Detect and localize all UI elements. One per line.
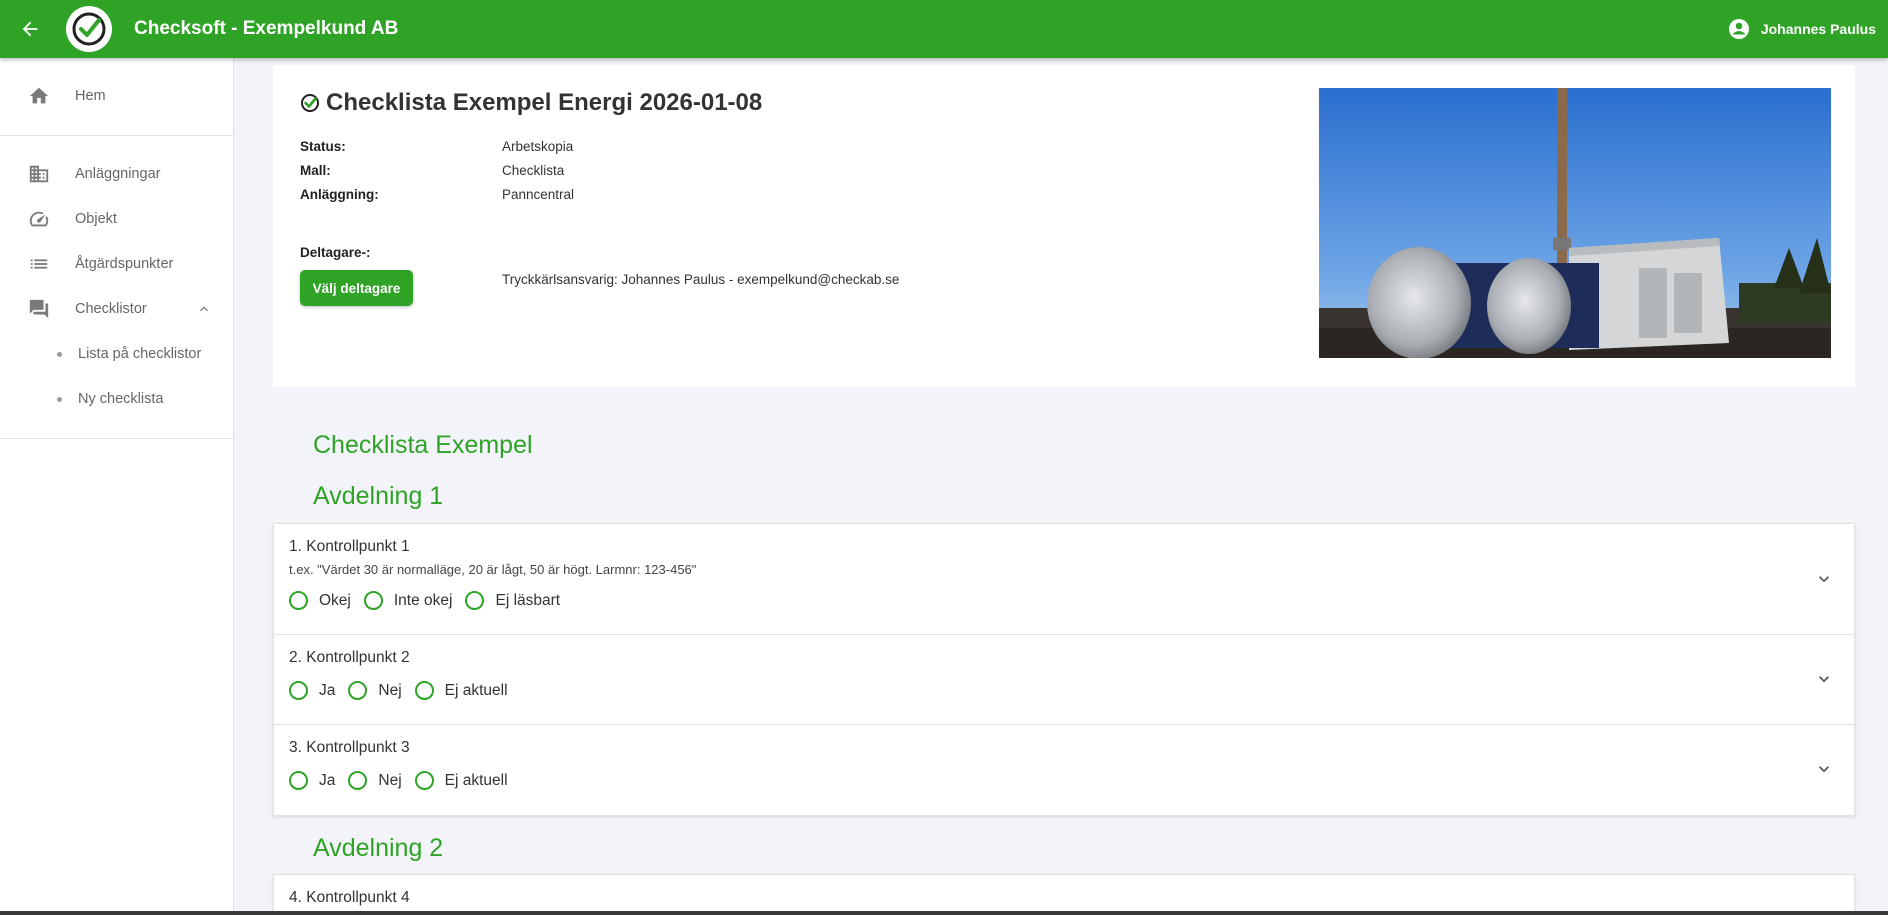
checklist-name: Checklista Exempel <box>313 431 533 459</box>
checkpoint-group: 1. Kontrollpunkt 1 t.ex. "Värdet 30 är n… <box>273 523 1855 816</box>
radio-option[interactable]: Nej <box>348 681 402 700</box>
status-value: Arbetskopia <box>502 139 574 154</box>
radio-option[interactable]: Nej <box>348 771 402 790</box>
bullet-dot <box>57 351 62 357</box>
sidebar-item-objekt[interactable]: Objekt <box>0 197 233 241</box>
sidebar-item-label: Ny checklista <box>78 391 164 407</box>
radio-label: Ja <box>319 771 336 789</box>
radio-label: Nej <box>378 771 402 789</box>
facility-label: Anläggning: <box>300 187 379 202</box>
radio-button[interactable] <box>465 591 485 610</box>
template-value: Checklista <box>502 163 565 178</box>
sidebar-item-label: Objekt <box>75 211 117 227</box>
radio-option[interactable]: Ej aktuell <box>414 771 508 790</box>
radio-group: Ja Nej Ej aktuell <box>289 771 521 790</box>
radio-label: Inte okej <box>393 591 453 609</box>
checkpoint-row[interactable]: 1. Kontrollpunkt 1 t.ex. "Värdet 30 är n… <box>274 524 1854 635</box>
checkmark-logo-icon <box>300 93 320 113</box>
chevron-down-icon[interactable] <box>1814 759 1834 779</box>
sidebar-item-atgardspunkter[interactable]: Åtgärdspunkter <box>0 242 233 286</box>
chevron-down-icon[interactable] <box>1814 669 1834 689</box>
sidebar-item-label: Hem <box>75 88 106 104</box>
user-menu[interactable]: Johannes Paulus <box>1727 0 1876 58</box>
radio-option[interactable]: Ja <box>289 681 335 700</box>
radio-option[interactable]: Ja <box>289 771 335 790</box>
list-icon <box>27 252 51 276</box>
status-label: Status: <box>300 139 346 154</box>
building-icon <box>27 162 51 186</box>
facility-photo <box>1319 88 1831 358</box>
radio-label: Ja <box>319 681 336 699</box>
app-bar: Checksoft - Exempelkund AB Johannes Paul… <box>0 0 1888 58</box>
checkpoint-title: 1. Kontrollpunkt 1 <box>289 538 410 555</box>
section-title: Avdelning 2 <box>313 834 444 862</box>
checksoft-logo[interactable] <box>66 6 112 52</box>
bullet-dot <box>57 396 62 402</box>
radio-button[interactable] <box>363 591 383 610</box>
radio-group: Okej Inte okej Ej läsbart <box>289 591 573 610</box>
template-label: Mall: <box>300 163 331 178</box>
checkpoint-row[interactable]: 3. Kontrollpunkt 3 Ja Nej Ej aktuell <box>274 725 1854 815</box>
chevron-up-icon <box>200 306 208 312</box>
sidebar-item-anlaggningar[interactable]: Anläggningar <box>0 152 233 196</box>
speedometer-icon <box>27 207 51 231</box>
radio-button[interactable] <box>414 771 434 790</box>
radio-group: Ja Nej Ej aktuell <box>289 681 521 700</box>
checkpoint-row[interactable]: 4. Kontrollpunkt 4 <box>274 875 1854 912</box>
radio-option[interactable]: Okej <box>289 591 351 610</box>
sidebar-item-hem[interactable]: Hem <box>0 74 233 118</box>
page-title: Checklista Exempel Energi 2026-01-08 <box>300 89 762 117</box>
radio-button[interactable] <box>348 681 368 700</box>
radio-label: Ej läsbart <box>495 591 561 609</box>
facility-value: Panncentral <box>502 187 575 202</box>
checklist-header-card: Checklista Exempel Energi 2026-01-08 Sta… <box>273 65 1855 387</box>
radio-option[interactable]: Inte okej <box>363 591 453 610</box>
sidebar-item-label: Lista på checklistor <box>78 346 202 362</box>
back-button[interactable] <box>0 0 60 58</box>
radio-label: Ej aktuell <box>444 771 508 789</box>
radio-button[interactable] <box>414 681 434 700</box>
window-bottom-edge <box>0 911 1888 915</box>
sidebar-item-lista-pa-checklistor[interactable]: Lista på checklistor <box>0 332 233 376</box>
section-title: Avdelning 1 <box>313 482 444 510</box>
user-name: Johannes Paulus <box>1760 21 1876 37</box>
radio-button[interactable] <box>289 681 308 700</box>
sidebar: Hem Anläggningar Objekt Åtgärdspunkter C… <box>0 58 234 915</box>
checkpoint-title: 2. Kontrollpunkt 2 <box>289 649 410 666</box>
sidebar-item-label: Anläggningar <box>75 166 161 182</box>
sidebar-divider <box>0 135 233 136</box>
chat-icon <box>27 297 51 321</box>
radio-option[interactable]: Ej aktuell <box>414 681 508 700</box>
checkmark-logo-icon <box>72 12 106 46</box>
home-icon <box>27 84 51 108</box>
radio-button[interactable] <box>289 591 308 610</box>
radio-label: Ej aktuell <box>444 681 508 699</box>
checkpoint-hint: t.ex. "Värdet 30 är normalläge, 20 är lå… <box>289 562 697 577</box>
checkpoint-title: 3. Kontrollpunkt 3 <box>289 739 410 756</box>
checkpoint-group: 4. Kontrollpunkt 4 <box>273 874 1855 911</box>
sidebar-divider <box>0 438 233 439</box>
sidebar-item-checklistor[interactable]: Checklistor <box>0 287 233 331</box>
participants-label: Deltagare-: <box>300 245 371 260</box>
app-title: Checksoft - Exempelkund AB <box>134 18 399 39</box>
account-circle-icon <box>1728 19 1749 39</box>
checkpoint-row[interactable]: 2. Kontrollpunkt 2 Ja Nej Ej aktuell <box>274 635 1854 725</box>
radio-button[interactable] <box>289 771 308 790</box>
choose-participants-button[interactable]: Välj deltagare <box>300 270 413 306</box>
radio-button[interactable] <box>348 771 368 790</box>
radio-label: Nej <box>378 681 402 699</box>
radio-label: Okej <box>319 591 351 609</box>
radio-option[interactable]: Ej läsbart <box>465 591 560 610</box>
page-title-text: Checklista Exempel Energi 2026-01-08 <box>326 89 763 116</box>
sidebar-item-label: Checklistor <box>75 301 147 317</box>
pressure-vessel-responsible: Tryckkärlsansvarig: Johannes Paulus - ex… <box>502 272 900 287</box>
checkpoint-title: 4. Kontrollpunkt 4 <box>289 889 410 906</box>
arrow-left-icon <box>22 21 38 37</box>
chevron-down-icon[interactable] <box>1814 569 1834 589</box>
sidebar-item-label: Åtgärdspunkter <box>75 256 174 272</box>
sidebar-item-ny-checklista[interactable]: Ny checklista <box>0 377 233 421</box>
